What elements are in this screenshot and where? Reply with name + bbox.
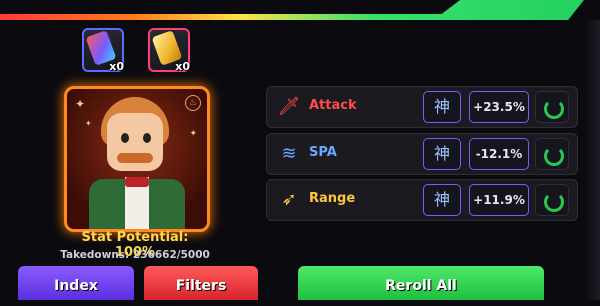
reroll-icon [544, 192, 564, 212]
stat-row-range: ➶ Range 神 +11.9% [266, 179, 578, 221]
reroll-range-button[interactable] [535, 184, 569, 216]
stat-value: -12.1% [469, 138, 529, 170]
reroll-icon [544, 146, 564, 166]
index-button[interactable]: Index [18, 266, 134, 300]
stat-row-attack: 🗡 Attack 神 +23.5% [266, 86, 578, 128]
item-count: x0 [175, 60, 190, 73]
character-eye [121, 133, 129, 143]
character-bowtie [125, 177, 149, 187]
sparkle-icon: ✦ [85, 119, 92, 128]
takedowns-count: Takedowns: 236662/5000 [60, 249, 210, 261]
rank-badge: 神 [423, 184, 461, 216]
stat-label: SPA [309, 145, 337, 160]
reroll-all-button[interactable]: Reroll All [298, 266, 544, 300]
bow-icon: ➶ [281, 189, 297, 210]
sparkle-icon: ✦ [75, 97, 86, 111]
reroll-attack-button[interactable] [535, 91, 569, 123]
sword-icon: 🗡 [277, 96, 301, 117]
stat-label: Range [309, 191, 356, 206]
fire-element-icon: ♨ [185, 95, 201, 111]
reroll-spa-button[interactable] [535, 138, 569, 170]
stat-value: +11.9% [469, 184, 529, 216]
rank-badge: 神 [423, 138, 461, 170]
header-banner [0, 0, 600, 20]
filters-button[interactable]: Filters [144, 266, 258, 300]
sparkle-icon: ✦ [189, 129, 197, 139]
slash-icon: ≋ [281, 143, 297, 164]
stat-item-card-gold[interactable]: x0 [148, 28, 190, 73]
rank-badge: 神 [423, 91, 461, 123]
item-count: x0 [109, 60, 124, 73]
stat-item-card-rainbow[interactable]: x0 [82, 28, 124, 73]
stat-value: +23.5% [469, 91, 529, 123]
character-mustache [117, 153, 153, 163]
stat-label: Attack [309, 98, 357, 113]
header-banner-dark [0, 0, 460, 14]
character-portrait[interactable]: ✦ ✦ ✦ ♨ [64, 86, 210, 232]
panel-edge [584, 20, 600, 300]
character-eye [143, 133, 151, 143]
header-banner-corner [568, 0, 600, 20]
stat-row-spa: ≋ SPA 神 -12.1% [266, 133, 578, 175]
reroll-icon [544, 99, 564, 119]
